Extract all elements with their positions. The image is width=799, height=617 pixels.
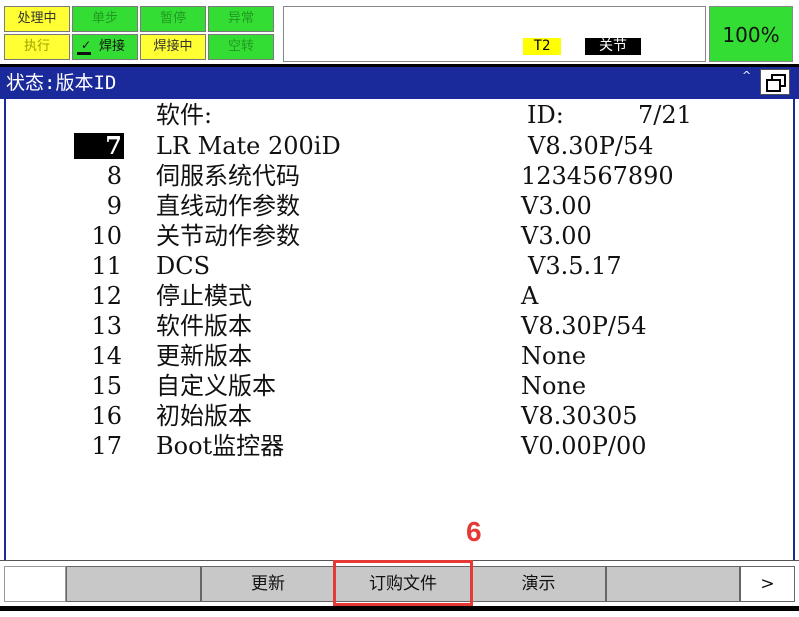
row-number[interactable]: 10 <box>62 221 122 251</box>
status-dry-run: 空转 <box>208 34 274 60</box>
id-label: ID: <box>527 101 564 129</box>
row-number[interactable]: 15 <box>62 371 122 401</box>
row-value: None <box>521 342 587 370</box>
row-number[interactable]: 16 <box>62 401 122 431</box>
row-value: V3.00 <box>521 192 592 220</box>
row-name[interactable]: 直线动作参数 <box>156 191 300 221</box>
row-value: V3.00 <box>521 222 592 250</box>
row-value: V8.30P/54 <box>528 132 654 160</box>
row-name[interactable]: 软件版本 <box>156 311 252 341</box>
row-name[interactable]: 更新版本 <box>156 341 252 371</box>
status-processing: 处理中 <box>4 6 70 32</box>
fkey-f5[interactable] <box>606 566 740 602</box>
coord-badge: 关节 <box>585 38 641 55</box>
highlight-box <box>333 560 473 606</box>
row-value: V8.30305 <box>521 402 638 430</box>
restore-icon-front <box>766 79 781 92</box>
status-weld-enable: ✓ 焊接 <box>72 34 138 60</box>
row-number[interactable]: 8 <box>62 161 122 191</box>
row-value: None <box>521 372 587 400</box>
row-value: V8.30P/54 <box>521 312 647 340</box>
software-header: 软件: <box>156 101 213 129</box>
row-value: 1234567890 <box>521 162 674 190</box>
step-callout: 6 <box>466 516 482 547</box>
status-step: 单步 <box>72 6 138 32</box>
row-value: A <box>521 282 539 310</box>
screen-title: 状态:版本ID <box>6 72 117 94</box>
screen-titlebar: 状态:版本ID ^ <box>0 67 799 99</box>
row-name[interactable]: DCS <box>156 251 210 281</box>
row-name[interactable]: LR Mate 200iD <box>156 131 341 161</box>
override-indicator[interactable]: 100% <box>709 6 793 62</box>
row-name[interactable]: Boot监控器 <box>156 431 284 461</box>
fkey-f1[interactable] <box>66 566 201 602</box>
row-name[interactable]: 自定义版本 <box>156 371 276 401</box>
row-number[interactable]: 13 <box>62 311 122 341</box>
row-number[interactable]: 17 <box>62 431 122 461</box>
row-name[interactable]: 伺服系统代码 <box>156 161 300 191</box>
mode-badge: T2 <box>523 38 561 55</box>
fkey-blank-left <box>4 566 66 602</box>
row-number[interactable]: 9 <box>62 191 122 221</box>
row-number[interactable]: 14 <box>62 341 122 371</box>
status-run: 执行 <box>4 34 70 60</box>
version-id-panel <box>4 99 795 560</box>
next-page-button[interactable]: > <box>740 566 795 602</box>
fkey-demo-button[interactable]: 演示 <box>471 566 606 602</box>
message-area <box>283 6 706 62</box>
weld-check-icon: ✓ <box>81 38 92 52</box>
caret-icon: ^ <box>742 69 752 82</box>
status-fault: 异常 <box>208 6 274 32</box>
fkey-update-button[interactable]: 更新 <box>201 566 335 602</box>
row-value: V3.5.17 <box>528 252 622 280</box>
status-hold: 暂停 <box>140 6 206 32</box>
row-number[interactable]: 11 <box>62 251 122 281</box>
page-indicator: 7/21 <box>638 101 692 129</box>
weld-bar-icon <box>77 52 91 55</box>
row-name[interactable]: 关节动作参数 <box>156 221 300 251</box>
window-restore-button[interactable] <box>760 69 790 95</box>
row-number[interactable]: 7 <box>62 131 122 161</box>
row-name[interactable]: 停止模式 <box>156 281 252 311</box>
row-name[interactable]: 初始版本 <box>156 401 252 431</box>
status-indicator-grid: 处理中 单步 暂停 异常 执行 ✓ 焊接 焊接中 空转 <box>4 6 276 62</box>
row-value: V0.00P/00 <box>521 432 647 460</box>
row-number[interactable]: 12 <box>62 281 122 311</box>
bottom-divider <box>0 606 799 611</box>
status-welding: 焊接中 <box>140 34 206 60</box>
